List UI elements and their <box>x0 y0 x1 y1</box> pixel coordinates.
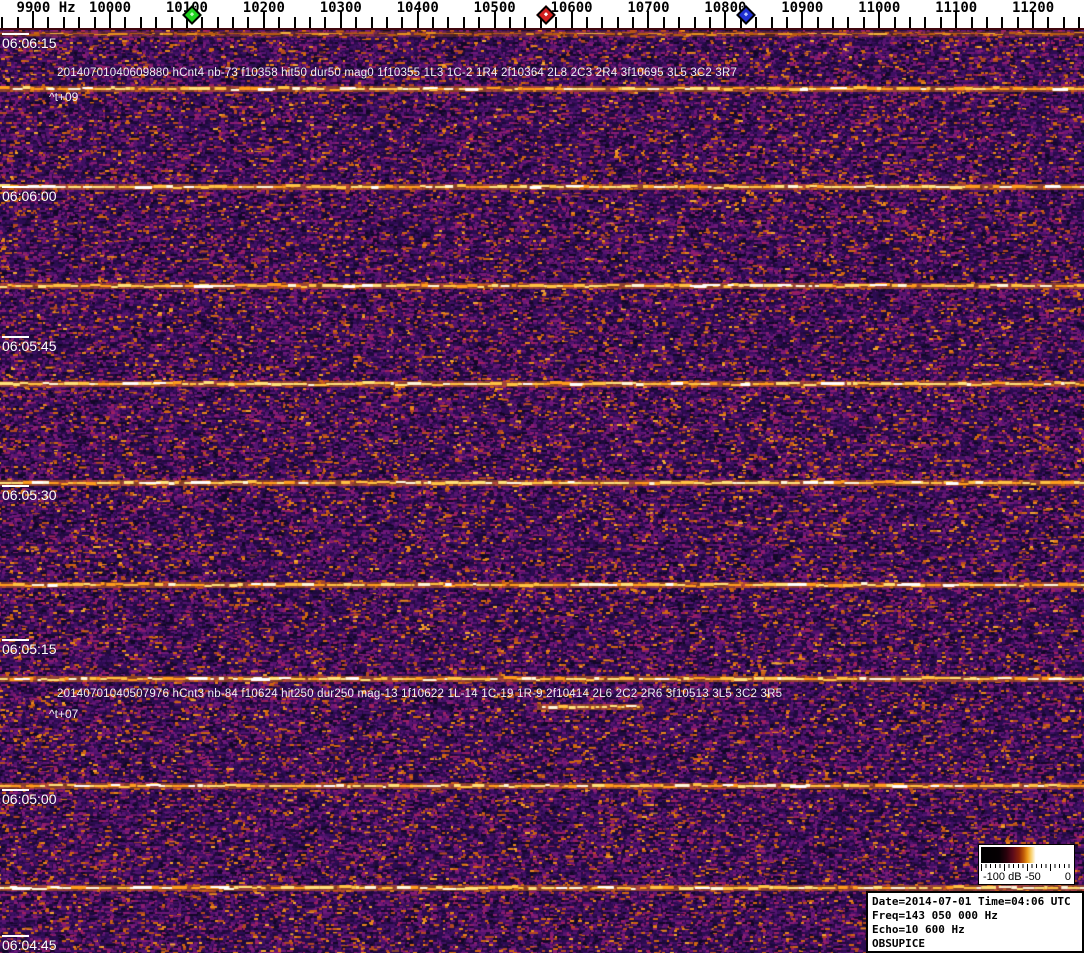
detection-time-offset-mark: ^t+07 <box>49 708 78 720</box>
ruler-frequency-label: 10700 <box>608 0 688 16</box>
ruler-frequency-label: 10300 <box>301 0 381 16</box>
ruler-tick-minor <box>232 17 234 28</box>
info-receiver-freq: Freq=143 050 000 Hz <box>872 909 1078 923</box>
ruler-tick-minor <box>1078 17 1080 28</box>
ruler-tick-minor <box>863 17 865 28</box>
ruler-frequency-label: 11100 <box>916 0 996 16</box>
ruler-tick-minor <box>294 17 296 28</box>
ruler-tick-minor <box>155 17 157 28</box>
ruler-tick-minor <box>617 17 619 28</box>
info-echo-freq: Echo=10 600 Hz <box>872 923 1078 937</box>
colorbar-labels: -100 dB -50 0 <box>981 871 1072 884</box>
ruler-tick-minor <box>1047 17 1049 28</box>
intensity-colorbar: -100 dB -50 0 <box>978 844 1075 885</box>
ruler-tick-minor <box>1017 17 1019 28</box>
ruler-tick-minor <box>832 17 834 28</box>
time-axis-label: 06:06:15 <box>2 36 57 50</box>
ruler-tick-minor <box>632 17 634 28</box>
colorbar-label-mid: -50 <box>1025 871 1041 884</box>
ruler-tick-minor <box>124 17 126 28</box>
detection-annotation: 20140701040507976 hCnt3 nb-84 f10624 hit… <box>57 688 782 700</box>
ruler-tick-minor <box>678 17 680 28</box>
ruler-tick-minor <box>63 17 65 28</box>
ruler-tick-minor <box>78 17 80 28</box>
ruler-tick-minor <box>555 17 557 28</box>
detection-time-offset-mark: ^t+09 <box>49 91 78 103</box>
ruler-tick-minor <box>371 17 373 28</box>
ruler-tick-minor <box>1 17 3 28</box>
colorbar-gradient <box>981 847 1072 863</box>
ruler-frequency-label: 10200 <box>224 0 304 16</box>
ruler-tick-minor <box>986 17 988 28</box>
ruler-tick-minor <box>771 17 773 28</box>
marker-center-dot <box>544 12 548 16</box>
ruler-frequency-label: 10900 <box>762 0 842 16</box>
info-station: OBSUPICE <box>872 937 1078 951</box>
ruler-tick-minor <box>401 17 403 28</box>
spectrogram-canvas <box>0 0 1084 953</box>
ruler-tick-minor <box>324 17 326 28</box>
ruler-tick-minor <box>201 17 203 28</box>
ruler-tick-minor <box>1001 17 1003 28</box>
ruler-tick-minor <box>694 17 696 28</box>
ruler-tick-minor <box>17 17 19 28</box>
ruler-tick-minor <box>355 17 357 28</box>
ruler-tick-minor <box>47 17 49 28</box>
colorbar-label-min: -100 dB <box>983 871 1022 884</box>
time-axis-label: 06:06:00 <box>2 189 57 203</box>
ruler-tick-minor <box>447 17 449 28</box>
spectrogram-app-window: 9900 Hz100001010010200103001040010500106… <box>0 0 1084 953</box>
ruler-tick-minor <box>509 17 511 28</box>
time-axis-label: 06:05:15 <box>2 642 57 656</box>
ruler-tick-minor <box>171 17 173 28</box>
ruler-tick-minor <box>432 17 434 28</box>
time-axis-label: 06:05:45 <box>2 339 57 353</box>
detection-annotation: 20140701040609880 hCnt4 nb-73 f10358 hit… <box>57 67 737 79</box>
ruler-tick-minor <box>478 17 480 28</box>
time-axis-label: 06:05:00 <box>2 792 57 806</box>
time-axis-label: 06:05:30 <box>2 488 57 502</box>
ruler-tick-minor <box>524 17 526 28</box>
ruler-tick-minor <box>755 17 757 28</box>
ruler-tick-minor <box>601 17 603 28</box>
ruler-tick-minor <box>709 17 711 28</box>
ruler-tick-minor <box>278 17 280 28</box>
colorbar-label-max: 0 <box>1065 871 1071 884</box>
ruler-tick-minor <box>94 17 96 28</box>
ruler-tick-minor <box>894 17 896 28</box>
ruler-tick-minor <box>847 17 849 28</box>
ruler-tick-minor <box>1063 17 1065 28</box>
ruler-frequency-label: 10500 <box>455 0 535 16</box>
ruler-tick-minor <box>386 17 388 28</box>
ruler-tick-minor <box>463 17 465 28</box>
ruler-frequency-label: 10000 <box>70 0 150 16</box>
ruler-tick-minor <box>786 17 788 28</box>
ruler-tick-minor <box>309 17 311 28</box>
marker-center-dot <box>744 12 748 16</box>
ruler-tick-minor <box>971 17 973 28</box>
colorbar-tick-marks <box>981 864 1072 871</box>
ruler-tick-minor <box>140 17 142 28</box>
marker-center-dot <box>190 12 194 16</box>
ruler-tick-minor <box>663 17 665 28</box>
ruler-tick-minor <box>247 17 249 28</box>
info-date-time: Date=2014-07-01 Time=04:06 UTC <box>872 895 1078 909</box>
observation-info-box: Date=2014-07-01 Time=04:06 UTC Freq=143 … <box>866 891 1084 953</box>
ruler-tick-minor <box>217 17 219 28</box>
ruler-frequency-label: 11200 <box>993 0 1073 16</box>
ruler-frequency-label: 10400 <box>378 0 458 16</box>
ruler-tick-minor <box>909 17 911 28</box>
ruler-tick-minor <box>586 17 588 28</box>
ruler-tick-minor <box>924 17 926 28</box>
frequency-ruler: 9900 Hz100001010010200103001040010500106… <box>0 0 1084 30</box>
ruler-tick-minor <box>817 17 819 28</box>
ruler-tick-minor <box>940 17 942 28</box>
time-axis-label: 06:04:45 <box>2 938 57 952</box>
ruler-frequency-label: 11000 <box>839 0 919 16</box>
